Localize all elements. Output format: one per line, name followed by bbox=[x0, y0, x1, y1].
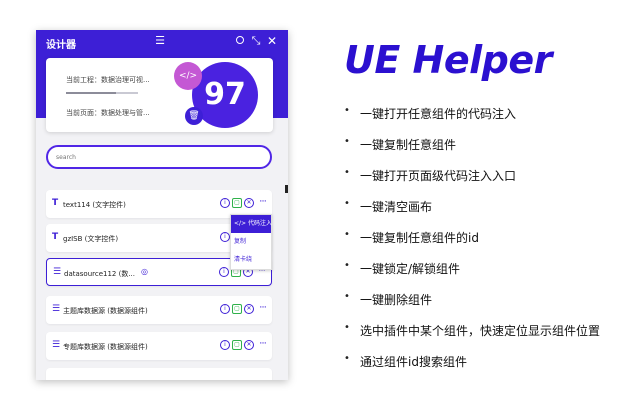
delete-icon[interactable]: ✕ bbox=[244, 304, 254, 314]
feature-item: • 通过组件id搜索组件 bbox=[344, 353, 467, 369]
feature-item: • 一键打开任意组件的代码注入 bbox=[344, 105, 517, 121]
shrink-icon[interactable]: ⤡ bbox=[249, 34, 263, 48]
info-icon[interactable]: i bbox=[220, 340, 230, 350]
feature-item: • 一键清空画布 bbox=[344, 198, 433, 214]
more-icon[interactable]: ··· bbox=[258, 304, 268, 314]
delete-icon[interactable]: ✕ bbox=[244, 198, 254, 208]
component-label: text114 (文字控件) bbox=[63, 201, 126, 209]
info-icon[interactable]: i bbox=[220, 304, 230, 314]
component-row[interactable] bbox=[46, 368, 272, 380]
more-icon[interactable]: ··· bbox=[258, 340, 268, 350]
menu-item-clear[interactable]: 清卡绕 bbox=[231, 251, 271, 269]
text-control-icon: T bbox=[52, 198, 59, 208]
close-icon[interactable]: ✕ bbox=[265, 34, 279, 48]
component-row[interactable]: ☰ 主题库数据源 (数据源组件) i ▢ ✕ ··· bbox=[46, 296, 272, 324]
database-icon: ☰ bbox=[52, 304, 61, 314]
database-icon: ☰ bbox=[53, 267, 62, 277]
menu-item-code-inject[interactable]: </> 代码注入 bbox=[231, 215, 272, 233]
feature-item: • 选中插件中某个组件，快速定位显示组件位置 bbox=[344, 322, 601, 338]
code-inject-icon[interactable]: </> bbox=[174, 62, 202, 90]
component-label: gzISB (文字控件) bbox=[63, 235, 119, 243]
unlock-icon[interactable]: ▢ bbox=[232, 304, 242, 314]
bullet: • bbox=[344, 291, 350, 302]
feature-item: • 一键锁定/解锁组件 bbox=[344, 260, 461, 276]
more-icon[interactable]: ··· bbox=[258, 198, 268, 208]
resize-handle[interactable] bbox=[285, 185, 288, 193]
feature-item: • 一键复制任意组件的id bbox=[344, 229, 479, 245]
bullet: • bbox=[344, 167, 350, 178]
designer-panel: 设计器 ☰ ⤡ ✕ 当前工程：数据治理可视... 当前页面：数据处理与管... … bbox=[36, 30, 288, 380]
feature-item: • 一键打开页面级代码注入入口 bbox=[344, 167, 517, 183]
info-icon[interactable]: i bbox=[219, 267, 229, 277]
current-page-label: 当前页面：数据处理与管... bbox=[66, 109, 150, 117]
circle-icon[interactable] bbox=[233, 34, 247, 48]
bullet: • bbox=[344, 198, 350, 209]
bullet: • bbox=[344, 229, 350, 240]
component-label: 主题库数据源 (数据源组件) bbox=[63, 307, 148, 315]
current-project-label: 当前工程：数据治理可视... bbox=[66, 76, 150, 84]
bullet: • bbox=[344, 322, 350, 333]
product-title: UE Helper bbox=[344, 38, 552, 82]
bullet: • bbox=[344, 105, 350, 116]
component-label: datasource112 (数... bbox=[64, 270, 136, 278]
database-icon: ☰ bbox=[52, 340, 61, 350]
feature-list: • 一键打开任意组件的代码注入 • 一键复制任意组件 • 一键打开页面级代码注入入口 … bbox=[344, 105, 600, 384]
info-icon[interactable]: i bbox=[220, 232, 230, 242]
menu-item-copy[interactable]: 复制 bbox=[231, 233, 271, 251]
progress-fill bbox=[66, 92, 117, 94]
feature-item: • 一键复制任意组件 bbox=[344, 136, 457, 152]
progress-bar bbox=[66, 92, 138, 94]
search-input[interactable] bbox=[46, 145, 272, 169]
menu-icon[interactable]: ☰ bbox=[153, 34, 167, 48]
component-label: 专题库数据源 (数据源组件) bbox=[63, 343, 148, 351]
unlock-icon[interactable]: ▢ bbox=[232, 340, 242, 350]
trash-icon[interactable]: 🗑 bbox=[185, 107, 203, 125]
panel-title: 设计器 bbox=[46, 40, 76, 51]
locate-icon[interactable]: ◎ bbox=[141, 267, 148, 276]
info-card: 当前工程：数据治理可视... 当前页面：数据处理与管... 97 </> 🗑 bbox=[46, 58, 273, 132]
text-control-icon: T bbox=[52, 232, 59, 242]
delete-icon[interactable]: ✕ bbox=[244, 340, 254, 350]
component-row[interactable]: ☰ 专题库数据源 (数据源组件) i ▢ ✕ ··· bbox=[46, 332, 272, 360]
bullet: • bbox=[344, 136, 350, 147]
info-icon[interactable]: i bbox=[220, 198, 230, 208]
bullet: • bbox=[344, 353, 350, 364]
context-menu: </> 代码注入 复制 清卡绕 bbox=[230, 214, 272, 270]
bullet: • bbox=[344, 260, 350, 271]
feature-item: • 一键删除组件 bbox=[344, 291, 433, 307]
unlock-icon[interactable]: ▢ bbox=[232, 198, 242, 208]
